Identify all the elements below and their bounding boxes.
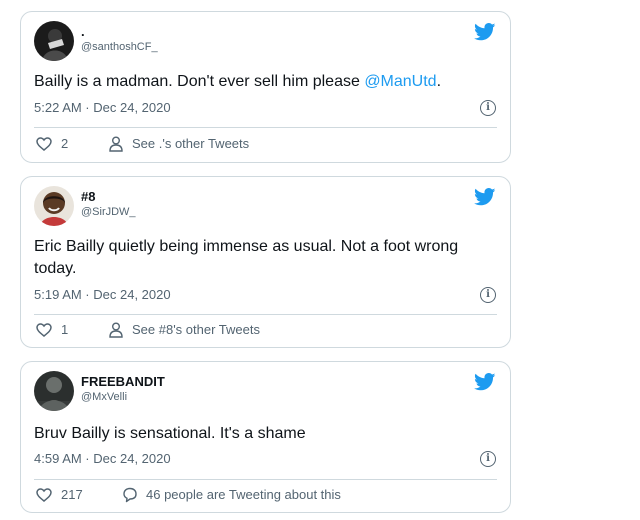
mention-link[interactable]: @ManUtd (364, 73, 436, 90)
tweet-header: #8 @SirJDW_ (34, 186, 498, 228)
tweet-actions: 1 See #8's other Tweets (36, 322, 497, 340)
see-other-tweets-link[interactable]: See #8's other Tweets (132, 322, 260, 338)
handle[interactable]: @SirJDW_ (81, 205, 136, 219)
display-name[interactable]: FREEBANDIT (81, 374, 165, 390)
author-names: . @santhoshCF_ (81, 24, 158, 54)
heart-icon[interactable] (36, 488, 52, 502)
author-names: #8 @SirJDW_ (81, 189, 136, 219)
see-other-tweets-link[interactable]: See .'s other Tweets (132, 136, 249, 152)
divider (34, 314, 497, 315)
tweet-card[interactable]: . @santhoshCF_ Bailly is a madman. Don't… (20, 11, 511, 163)
tweet-text: Eric Bailly quietly being immense as usu… (34, 236, 492, 280)
divider (34, 479, 497, 480)
tweet-text: Bruv Bailly is sensational. It's a shame (34, 423, 492, 445)
timestamp[interactable]: 4:59 AM · Dec 24, 2020 (34, 451, 171, 467)
handle[interactable]: @santhoshCF_ (81, 40, 158, 54)
like-count[interactable]: 217 (61, 487, 83, 503)
twitter-bird-icon[interactable] (474, 373, 496, 391)
speech-bubble-icon[interactable] (122, 487, 138, 503)
tweet-header: . @santhoshCF_ (34, 21, 498, 63)
tweeting-about-this-link[interactable]: 46 people are Tweeting about this (146, 487, 341, 503)
author-names: FREEBANDIT @MxVelli (81, 374, 165, 404)
tweet-text-tail: . (436, 73, 442, 90)
timestamp[interactable]: 5:19 AM · Dec 24, 2020 (34, 287, 171, 303)
avatar[interactable] (34, 371, 74, 411)
tweet-text-body: Bruv Bailly is sensational. It's a shame (34, 425, 306, 442)
divider (34, 127, 497, 128)
tweet-text: Bailly is a madman. Don't ever sell him … (34, 71, 492, 93)
twitter-bird-icon[interactable] (474, 23, 496, 41)
tweet-text-body: Bailly is a madman. Don't ever sell him … (34, 73, 365, 90)
twitter-bird-icon[interactable] (474, 188, 496, 206)
info-icon[interactable]: i (480, 451, 496, 467)
handle[interactable]: @MxVelli (81, 390, 165, 404)
avatar[interactable] (34, 186, 74, 226)
heart-icon[interactable] (36, 137, 52, 151)
display-name[interactable]: . (81, 24, 158, 40)
tweet-card[interactable]: #8 @SirJDW_ Eric Bailly quietly being im… (20, 176, 511, 348)
display-name[interactable]: #8 (81, 189, 136, 205)
tweet-text-body: Eric Bailly quietly being immense as usu… (34, 238, 459, 277)
like-count[interactable]: 2 (61, 136, 68, 152)
tweet-actions: 217 46 people are Tweeting about this (36, 487, 497, 505)
info-icon[interactable]: i (480, 100, 496, 116)
tweet-header: FREEBANDIT @MxVelli (34, 371, 498, 413)
heart-icon[interactable] (36, 323, 52, 337)
person-icon[interactable] (109, 322, 123, 338)
avatar[interactable] (34, 21, 74, 61)
tweet-card[interactable]: FREEBANDIT @MxVelli Bruv Bailly is sensa… (20, 361, 511, 513)
person-icon[interactable] (109, 136, 123, 152)
like-count[interactable]: 1 (61, 322, 68, 338)
tweet-actions: 2 See .'s other Tweets (36, 136, 497, 154)
timestamp[interactable]: 5:22 AM · Dec 24, 2020 (34, 100, 171, 116)
info-icon[interactable]: i (480, 287, 496, 303)
